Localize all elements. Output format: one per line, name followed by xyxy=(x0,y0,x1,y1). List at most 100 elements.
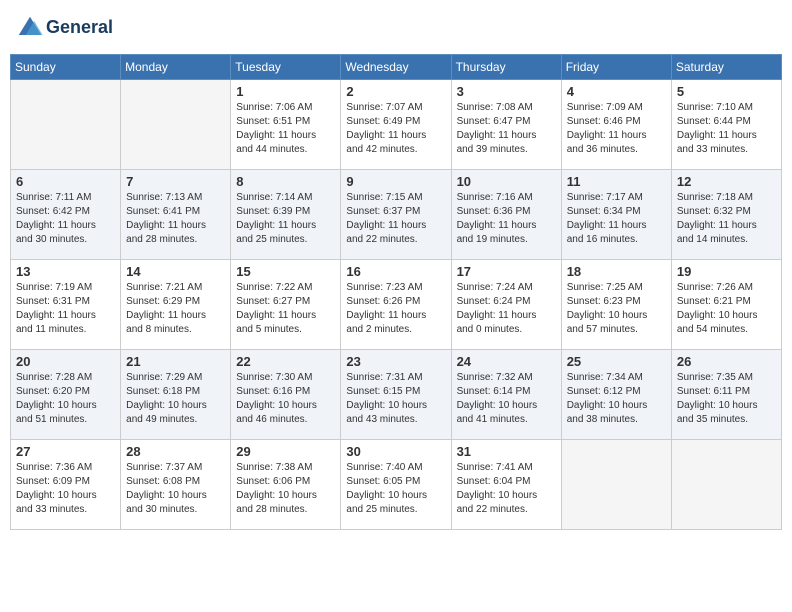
day-number: 29 xyxy=(236,444,335,459)
day-number: 27 xyxy=(16,444,115,459)
day-number: 23 xyxy=(346,354,445,369)
day-header-friday: Friday xyxy=(561,55,671,80)
day-info: Sunrise: 7:24 AM Sunset: 6:24 PM Dayligh… xyxy=(457,281,556,337)
calendar-cell: 13 Sunrise: 7:19 AM Sunset: 6:31 PM Dayli… xyxy=(11,260,121,350)
day-info: Sunrise: 7:14 AM Sunset: 6:39 PM Dayligh… xyxy=(236,191,335,247)
logo-text: General xyxy=(46,18,113,38)
day-number: 10 xyxy=(457,174,556,189)
day-number: 18 xyxy=(567,264,666,279)
page-header: General xyxy=(10,10,782,46)
day-number: 11 xyxy=(567,174,666,189)
day-number: 16 xyxy=(346,264,445,279)
day-number: 9 xyxy=(346,174,445,189)
day-info: Sunrise: 7:31 AM Sunset: 6:15 PM Dayligh… xyxy=(346,371,445,427)
day-number: 15 xyxy=(236,264,335,279)
logo: General xyxy=(16,14,113,42)
day-info: Sunrise: 7:19 AM Sunset: 6:31 PM Dayligh… xyxy=(16,281,115,337)
calendar-cell: 20 Sunrise: 7:28 AM Sunset: 6:20 PM Dayli… xyxy=(11,350,121,440)
calendar-cell: 27Sunrise: 7:36 AM Sunset: 6:09 PM Dayli… xyxy=(11,440,121,530)
day-number: 22 xyxy=(236,354,335,369)
calendar-cell: 21 Sunrise: 7:29 AM Sunset: 6:18 PM Dayli… xyxy=(121,350,231,440)
calendar-header-row: SundayMondayTuesdayWednesdayThursdayFrid… xyxy=(11,55,782,80)
day-info: Sunrise: 7:26 AM Sunset: 6:21 PM Dayligh… xyxy=(677,281,776,337)
day-header-tuesday: Tuesday xyxy=(231,55,341,80)
day-info: Sunrise: 7:13 AM Sunset: 6:41 PM Dayligh… xyxy=(126,191,225,247)
day-header-wednesday: Wednesday xyxy=(341,55,451,80)
calendar-cell: 4 Sunrise: 7:09 AM Sunset: 6:46 PM Daylig… xyxy=(561,80,671,170)
calendar-cell: 2 Sunrise: 7:07 AM Sunset: 6:49 PM Daylig… xyxy=(341,80,451,170)
day-info: Sunrise: 7:37 AM Sunset: 6:08 PM Dayligh… xyxy=(126,461,225,517)
day-info: Sunrise: 7:30 AM Sunset: 6:16 PM Dayligh… xyxy=(236,371,335,427)
day-info: Sunrise: 7:18 AM Sunset: 6:32 PM Dayligh… xyxy=(677,191,776,247)
calendar-cell xyxy=(671,440,781,530)
calendar-cell: 10 Sunrise: 7:16 AM Sunset: 6:36 PM Dayli… xyxy=(451,170,561,260)
day-number: 8 xyxy=(236,174,335,189)
day-info: Sunrise: 7:29 AM Sunset: 6:18 PM Dayligh… xyxy=(126,371,225,427)
day-number: 12 xyxy=(677,174,776,189)
calendar-cell: 30 Sunrise: 7:40 AM Sunset: 6:05 PM Dayli… xyxy=(341,440,451,530)
day-info: Sunrise: 7:09 AM Sunset: 6:46 PM Dayligh… xyxy=(567,101,666,157)
logo-icon xyxy=(16,14,44,42)
day-info: Sunrise: 7:35 AM Sunset: 6:11 PM Dayligh… xyxy=(677,371,776,427)
day-header-sunday: Sunday xyxy=(11,55,121,80)
day-header-saturday: Saturday xyxy=(671,55,781,80)
calendar-cell: 14 Sunrise: 7:21 AM Sunset: 6:29 PM Dayli… xyxy=(121,260,231,350)
day-number: 24 xyxy=(457,354,556,369)
day-info: Sunrise: 7:22 AM Sunset: 6:27 PM Dayligh… xyxy=(236,281,335,337)
day-number: 21 xyxy=(126,354,225,369)
calendar-cell: 18Sunrise: 7:25 AM Sunset: 6:23 PM Dayli… xyxy=(561,260,671,350)
day-number: 4 xyxy=(567,84,666,99)
calendar-cell: 23 Sunrise: 7:31 AM Sunset: 6:15 PM Dayli… xyxy=(341,350,451,440)
day-info: Sunrise: 7:17 AM Sunset: 6:34 PM Dayligh… xyxy=(567,191,666,247)
calendar-week-row: 27Sunrise: 7:36 AM Sunset: 6:09 PM Dayli… xyxy=(11,440,782,530)
day-info: Sunrise: 7:32 AM Sunset: 6:14 PM Dayligh… xyxy=(457,371,556,427)
calendar-table: SundayMondayTuesdayWednesdayThursdayFrid… xyxy=(10,54,782,530)
day-number: 7 xyxy=(126,174,225,189)
calendar-cell: 9 Sunrise: 7:15 AM Sunset: 6:37 PM Daylig… xyxy=(341,170,451,260)
calendar-cell xyxy=(561,440,671,530)
day-number: 14 xyxy=(126,264,225,279)
day-info: Sunrise: 7:41 AM Sunset: 6:04 PM Dayligh… xyxy=(457,461,556,517)
calendar-week-row: 20 Sunrise: 7:28 AM Sunset: 6:20 PM Dayli… xyxy=(11,350,782,440)
calendar-cell: 11 Sunrise: 7:17 AM Sunset: 6:34 PM Dayli… xyxy=(561,170,671,260)
day-info: Sunrise: 7:38 AM Sunset: 6:06 PM Dayligh… xyxy=(236,461,335,517)
day-number: 2 xyxy=(346,84,445,99)
day-number: 20 xyxy=(16,354,115,369)
day-info: Sunrise: 7:06 AM Sunset: 6:51 PM Dayligh… xyxy=(236,101,335,157)
calendar-cell: 7 Sunrise: 7:13 AM Sunset: 6:41 PM Daylig… xyxy=(121,170,231,260)
day-info: Sunrise: 7:21 AM Sunset: 6:29 PM Dayligh… xyxy=(126,281,225,337)
day-info: Sunrise: 7:40 AM Sunset: 6:05 PM Dayligh… xyxy=(346,461,445,517)
day-number: 13 xyxy=(16,264,115,279)
calendar-cell: 3 Sunrise: 7:08 AM Sunset: 6:47 PM Daylig… xyxy=(451,80,561,170)
calendar-cell: 26 Sunrise: 7:35 AM Sunset: 6:11 PM Dayli… xyxy=(671,350,781,440)
calendar-cell xyxy=(121,80,231,170)
day-info: Sunrise: 7:07 AM Sunset: 6:49 PM Dayligh… xyxy=(346,101,445,157)
calendar-cell xyxy=(11,80,121,170)
calendar-cell: 12 Sunrise: 7:18 AM Sunset: 6:32 PM Dayli… xyxy=(671,170,781,260)
calendar-week-row: 1Sunrise: 7:06 AM Sunset: 6:51 PM Daylig… xyxy=(11,80,782,170)
day-info: Sunrise: 7:08 AM Sunset: 6:47 PM Dayligh… xyxy=(457,101,556,157)
calendar-cell: 15 Sunrise: 7:22 AM Sunset: 6:27 PM Dayli… xyxy=(231,260,341,350)
day-number: 30 xyxy=(346,444,445,459)
calendar-cell: 31Sunrise: 7:41 AM Sunset: 6:04 PM Dayli… xyxy=(451,440,561,530)
day-info: Sunrise: 7:15 AM Sunset: 6:37 PM Dayligh… xyxy=(346,191,445,247)
calendar-cell: 17Sunrise: 7:24 AM Sunset: 6:24 PM Dayli… xyxy=(451,260,561,350)
day-info: Sunrise: 7:28 AM Sunset: 6:20 PM Dayligh… xyxy=(16,371,115,427)
day-number: 25 xyxy=(567,354,666,369)
calendar-week-row: 13 Sunrise: 7:19 AM Sunset: 6:31 PM Dayli… xyxy=(11,260,782,350)
day-info: Sunrise: 7:16 AM Sunset: 6:36 PM Dayligh… xyxy=(457,191,556,247)
day-number: 5 xyxy=(677,84,776,99)
day-number: 3 xyxy=(457,84,556,99)
calendar-cell: 29 Sunrise: 7:38 AM Sunset: 6:06 PM Dayli… xyxy=(231,440,341,530)
day-info: Sunrise: 7:10 AM Sunset: 6:44 PM Dayligh… xyxy=(677,101,776,157)
day-number: 26 xyxy=(677,354,776,369)
calendar-cell: 16Sunrise: 7:23 AM Sunset: 6:26 PM Dayli… xyxy=(341,260,451,350)
day-number: 28 xyxy=(126,444,225,459)
calendar-cell: 1Sunrise: 7:06 AM Sunset: 6:51 PM Daylig… xyxy=(231,80,341,170)
calendar-cell: 5 Sunrise: 7:10 AM Sunset: 6:44 PM Daylig… xyxy=(671,80,781,170)
calendar-week-row: 6 Sunrise: 7:11 AM Sunset: 6:42 PM Daylig… xyxy=(11,170,782,260)
calendar-cell: 19Sunrise: 7:26 AM Sunset: 6:21 PM Dayli… xyxy=(671,260,781,350)
day-info: Sunrise: 7:11 AM Sunset: 6:42 PM Dayligh… xyxy=(16,191,115,247)
day-number: 6 xyxy=(16,174,115,189)
calendar-cell: 8 Sunrise: 7:14 AM Sunset: 6:39 PM Daylig… xyxy=(231,170,341,260)
